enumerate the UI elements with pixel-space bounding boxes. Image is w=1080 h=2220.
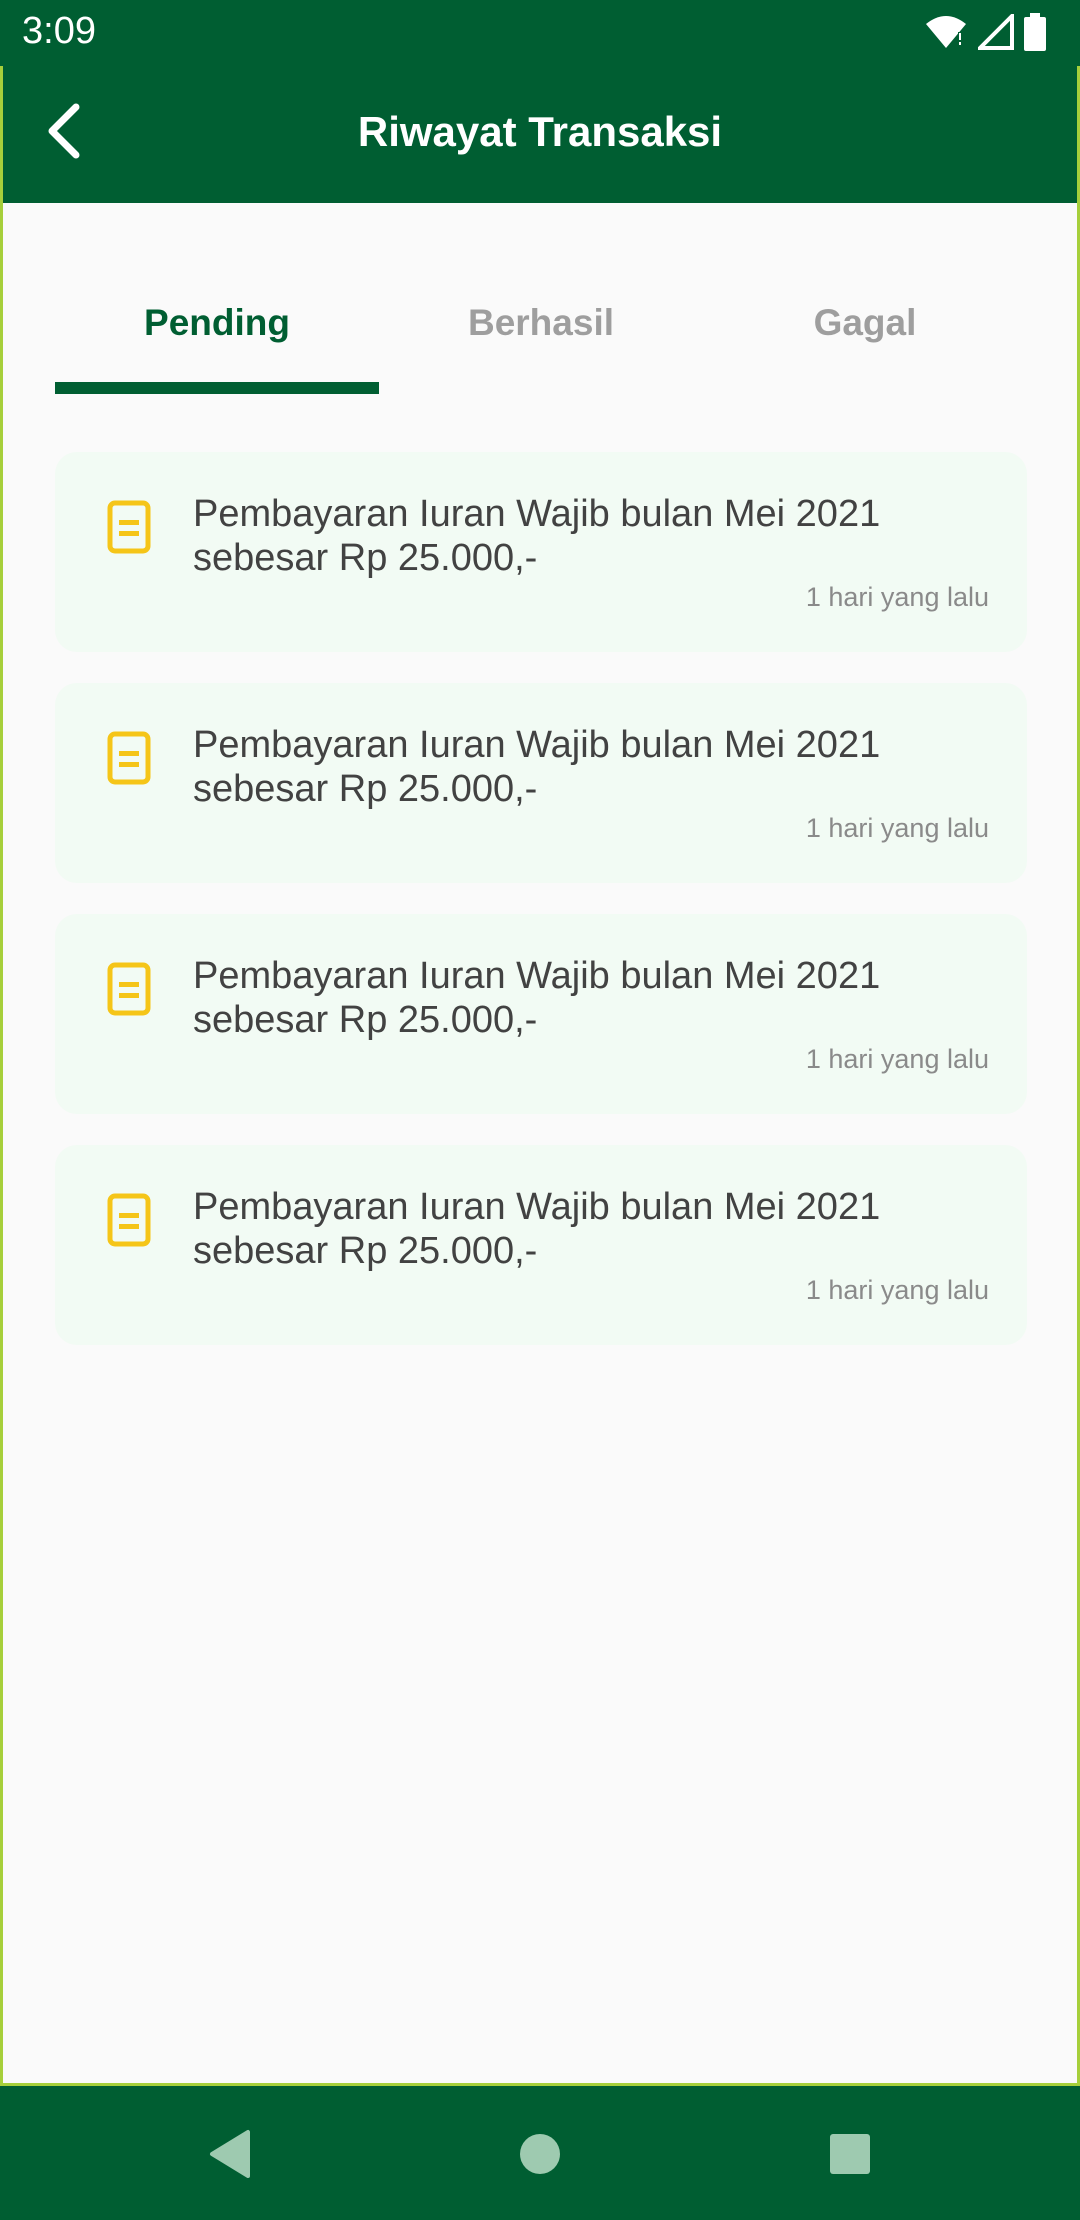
transaction-description: Pembayaran Iuran Wajib bulan Mei 2021 se… [193,1185,993,1273]
system-nav-bar [0,2086,1080,2220]
nav-back-button[interactable] [200,2124,260,2184]
transaction-title: Pembayaran Iuran Wajib bulan Mei 2021 [193,724,881,766]
signal-icon [975,10,1014,55]
app-bar: Riwayat Transaksi [3,66,1077,203]
transaction-amount: sebesar Rp 25.000,- [193,1230,538,1272]
transaction-description: Pembayaran Iuran Wajib bulan Mei 2021 se… [193,723,993,811]
transaction-time: 1 hari yang lalu [805,1044,989,1074]
transaction-title: Pembayaran Iuran Wajib bulan Mei 2021 [193,493,881,535]
transaction-title: Pembayaran Iuran Wajib bulan Mei 2021 [193,955,881,997]
status-time: 3:09 [22,10,96,52]
tab-bar: Pending Berhasil Gagal [55,286,1027,366]
transaction-amount: sebesar Rp 25.000,- [193,768,538,810]
wifi-icon [924,14,968,55]
transaction-description: Pembayaran Iuran Wajib bulan Mei 2021 se… [193,492,993,580]
transaction-time: 1 hari yang lalu [805,813,989,843]
app-frame: Riwayat Transaksi Pending Berhasil Gagal… [0,66,1080,2086]
nav-recents-button[interactable] [820,2124,880,2184]
transaction-item[interactable]: Pembayaran Iuran Wajib bulan Mei 2021 se… [55,452,1027,652]
transaction-amount: sebesar Rp 25.000,- [193,999,538,1041]
tab-indicator [55,382,379,394]
transaction-description: Pembayaran Iuran Wajib bulan Mei 2021 se… [193,954,993,1042]
tab-gagal[interactable]: Gagal [703,286,1027,366]
status-bar: 3:09 [0,0,1080,66]
transaction-list: Pembayaran Iuran Wajib bulan Mei 2021 se… [55,452,1027,1376]
tab-pending[interactable]: Pending [55,286,379,366]
transaction-time: 1 hari yang lalu [805,582,989,612]
nav-home-button[interactable] [510,2124,570,2184]
document-icon [107,1193,151,1247]
battery-icon [1024,12,1046,56]
screen: 3:09 Riwayat Transaksi Pending Berhasil … [0,0,1080,2220]
transaction-item[interactable]: Pembayaran Iuran Wajib bulan Mei 2021 se… [55,1145,1027,1345]
home-circle-icon [520,2134,560,2174]
recents-square-icon [830,2134,870,2174]
tab-berhasil[interactable]: Berhasil [379,286,703,366]
page-title: Riwayat Transaksi [357,108,723,155]
transaction-amount: sebesar Rp 25.000,- [193,537,538,579]
transaction-item[interactable]: Pembayaran Iuran Wajib bulan Mei 2021 se… [55,683,1027,883]
document-icon [107,962,151,1016]
status-icons [924,10,1046,56]
back-triangle-icon [210,2130,250,2178]
document-icon [107,731,151,785]
document-icon [107,500,151,554]
transaction-item[interactable]: Pembayaran Iuran Wajib bulan Mei 2021 se… [55,914,1027,1114]
transaction-title: Pembayaran Iuran Wajib bulan Mei 2021 [193,1186,881,1228]
transaction-time: 1 hari yang lalu [805,1275,989,1305]
